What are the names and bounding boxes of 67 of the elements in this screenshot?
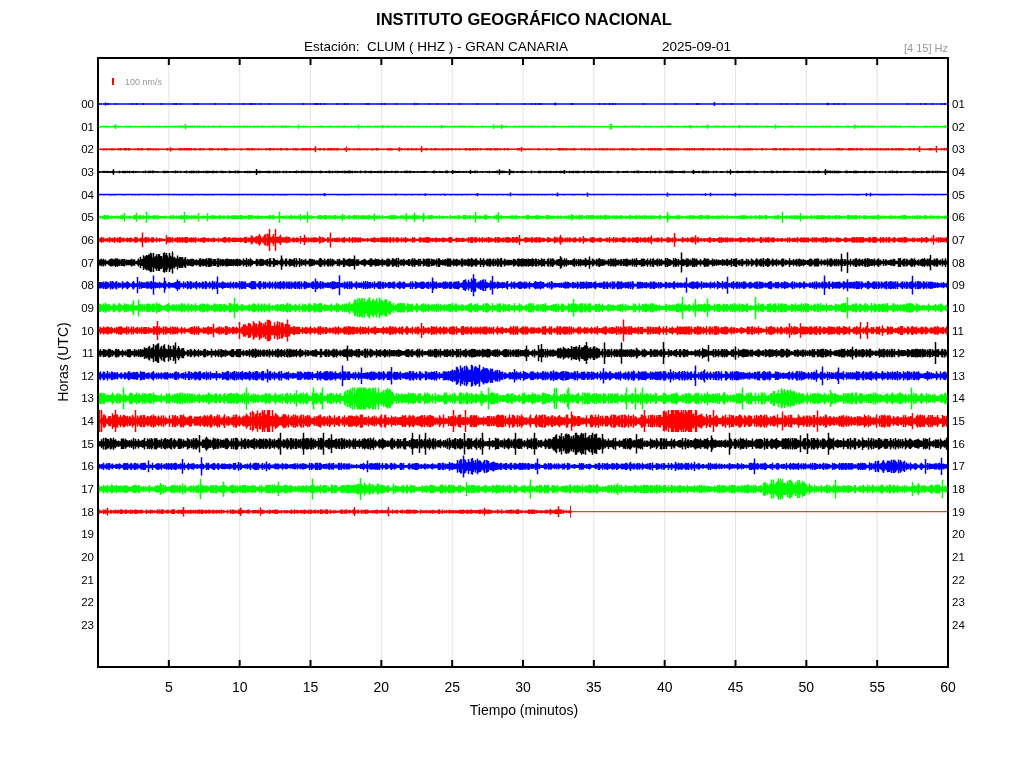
hour-label: 14 [952, 392, 965, 405]
x-axis-label: Tiempo (minutos) [469, 702, 579, 718]
hour-label: 02 [81, 143, 94, 156]
hour-label: 01 [81, 120, 94, 133]
hour-label: 18 [952, 483, 965, 496]
hour-label: 19 [81, 528, 94, 541]
hour-label: 08 [952, 256, 965, 269]
hour-label: 22 [81, 596, 94, 609]
hour-label: 23 [952, 596, 965, 609]
hour-label: 12 [81, 369, 94, 382]
frequency-label: [4 15] Hz [903, 42, 948, 54]
y-axis-label: Horas (UTC) [55, 322, 71, 402]
date-label: 2025-09-01 [662, 39, 732, 54]
chart-title: INSTITUTO GEOGRÁFICO NACIONAL [376, 10, 672, 28]
hour-label: 08 [81, 279, 94, 292]
hour-label: 02 [952, 120, 965, 133]
hour-label: 06 [81, 233, 94, 246]
hour-label: 21 [952, 551, 965, 563]
hour-label: 23 [81, 618, 94, 631]
hour-label: 04 [81, 188, 94, 201]
tick-label: 40 [656, 679, 673, 695]
tick-label: 50 [798, 679, 815, 695]
hour-label: 05 [81, 211, 94, 224]
hour-label: 05 [952, 188, 965, 201]
hour-label: 07 [81, 256, 94, 269]
hour-label: 04 [952, 165, 965, 178]
hour-label: 14 [81, 415, 94, 428]
hour-label: 20 [952, 528, 965, 541]
hour-label: 13 [81, 392, 94, 405]
hour-label: 00 [81, 98, 94, 110]
station-name: Estación: CLUM ( HHZ ) - GRAN CANARIA [304, 39, 569, 54]
hour-label: 21 [81, 573, 94, 586]
hour-label: 11 [82, 347, 94, 360]
hour-label: 16 [81, 460, 94, 473]
hour-label: 09 [81, 301, 94, 314]
hour-label: 17 [81, 483, 94, 496]
hour-label: 11 [952, 324, 964, 337]
hour-label: 10 [81, 324, 94, 337]
hour-label: 03 [81, 165, 94, 178]
hour-label: 10 [952, 301, 965, 314]
hour-label: 13 [952, 369, 965, 382]
hour-label: 15 [81, 437, 94, 450]
tick-label: 35 [586, 679, 602, 695]
hour-label: 15 [952, 415, 965, 428]
tick-label: 30 [515, 679, 531, 695]
hour-label: 22 [952, 573, 965, 586]
tick-label: 45 [727, 679, 744, 695]
tick-label: 5 [164, 679, 173, 695]
tick-label: 20 [373, 679, 390, 695]
hour-label: 18 [81, 505, 94, 518]
hour-label: 20 [81, 551, 94, 563]
tick-label: 25 [444, 679, 460, 695]
hour-label: 06 [952, 211, 965, 224]
tick-label: 55 [869, 679, 885, 695]
hour-label: 07 [952, 233, 965, 246]
scale-label: 100 nm/s [125, 77, 163, 87]
hour-label: 24 [952, 618, 965, 631]
tick-label: 60 [940, 679, 956, 695]
hour-label: 16 [952, 437, 965, 450]
tick-label: 10 [231, 679, 248, 695]
hour-label: 12 [952, 347, 965, 360]
hour-label: 03 [952, 143, 965, 156]
hour-label: 09 [952, 279, 965, 292]
hour-label: 19 [952, 505, 965, 518]
tick-label: 15 [302, 679, 319, 695]
hour-label: 01 [952, 98, 965, 110]
hour-label: 17 [952, 460, 965, 473]
